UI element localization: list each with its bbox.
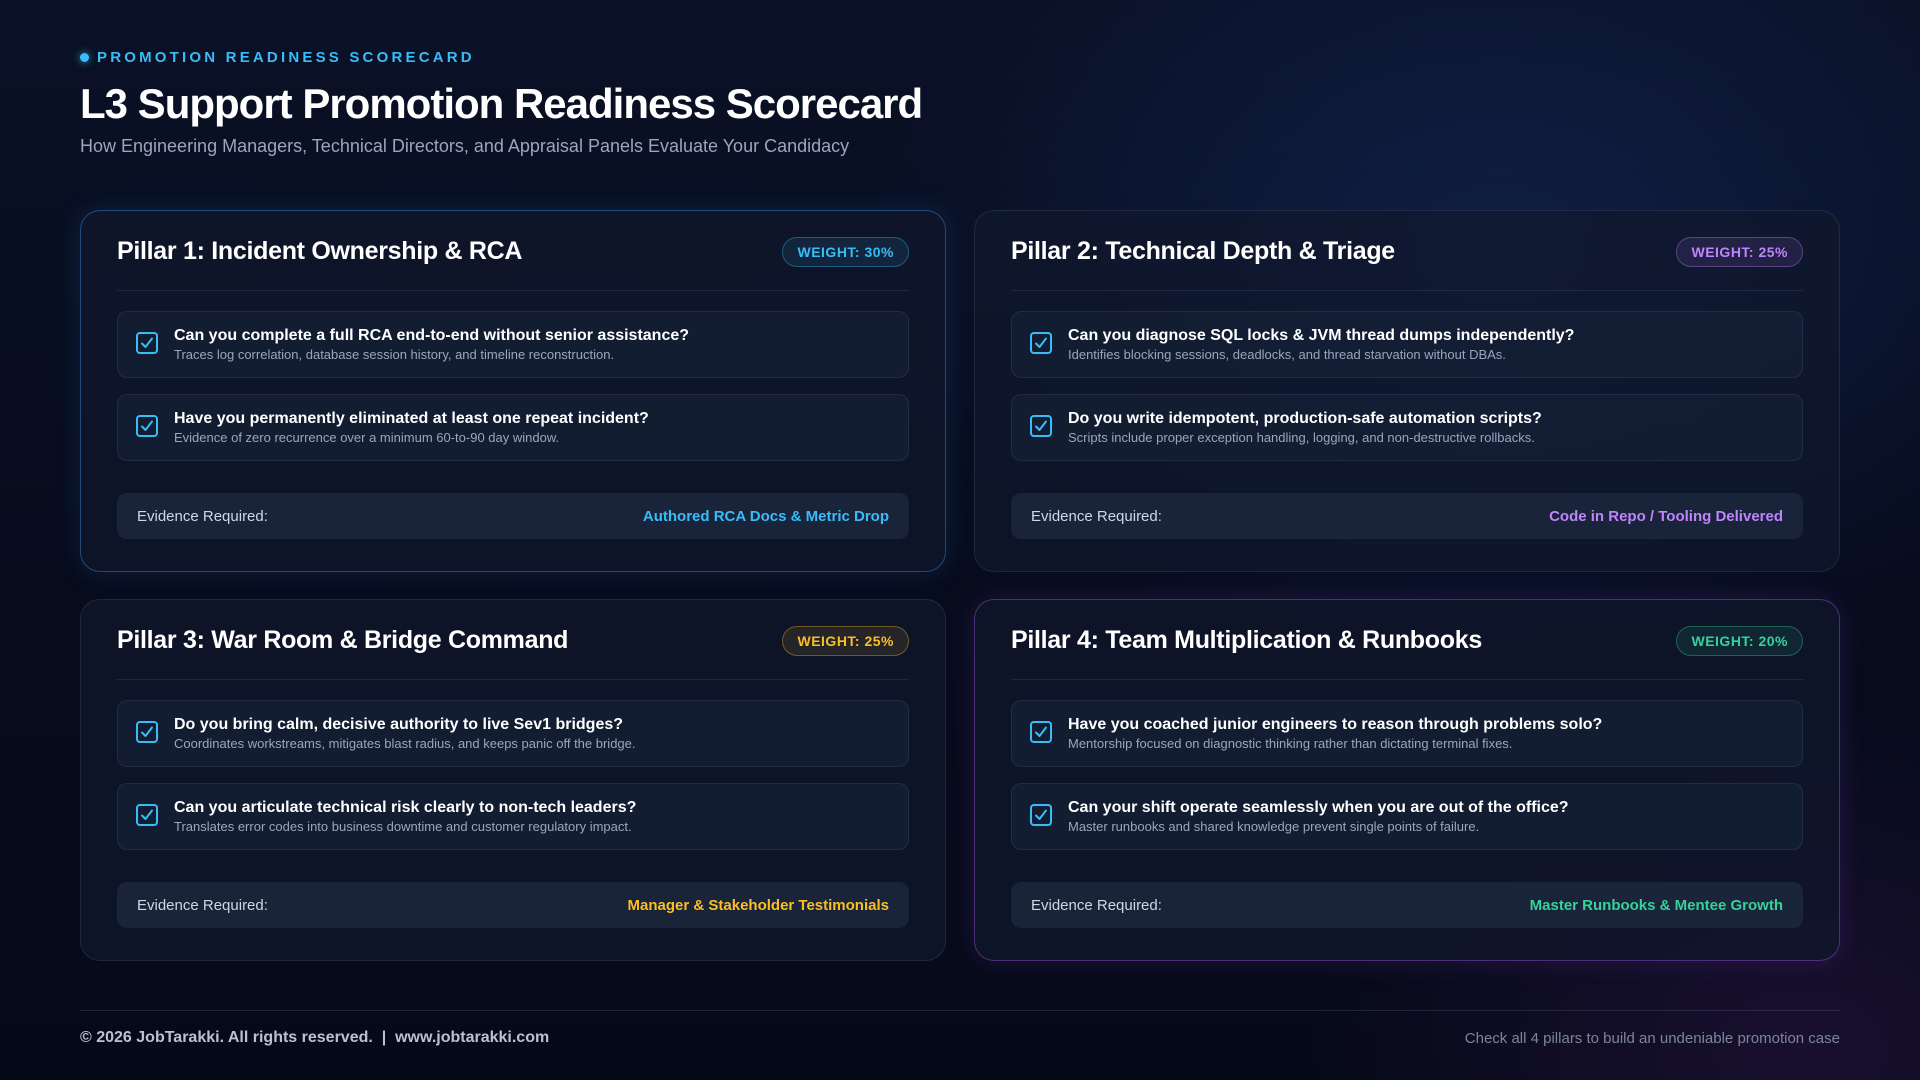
evidence-row: Evidence Required: Manager & Stakeholder… <box>117 882 909 928</box>
evidence-value: Authored RCA Docs & Metric Drop <box>642 507 889 525</box>
item-detail: Master runbooks and shared knowledge pre… <box>1068 819 1480 834</box>
item-question: Do you bring calm, decisive authority to… <box>174 716 624 733</box>
checklist-item[interactable]: Have you coached junior engineers to rea… <box>1011 700 1803 767</box>
evidence-label: Evidence Required: <box>137 896 268 914</box>
item-detail: Scripts include proper exception handlin… <box>1068 430 1535 445</box>
item-detail: Identifies blocking sessions, deadlocks,… <box>1068 347 1506 362</box>
pillar-title: Pillar 3: War Room & Bridge Command <box>117 626 569 654</box>
pillar-card-4: Pillar 4: Team Multiplication & Runbooks… <box>974 599 1840 961</box>
pillar-header: Pillar 2: Technical Depth & Triage WEIGH… <box>1011 211 1803 291</box>
checkbox-checked-icon[interactable] <box>1030 720 1052 743</box>
item-question: Can your shift operate seamlessly when y… <box>1068 799 1569 816</box>
item-detail: Traces log correlation, database session… <box>174 347 615 362</box>
evidence-value: Master Runbooks & Mentee Growth <box>1529 896 1783 914</box>
item-detail: Coordinates workstreams, mitigates blast… <box>174 736 636 751</box>
footer-copyright: © 2026 JobTarakki. All rights reserved. … <box>80 1029 550 1046</box>
pillar-header: Pillar 3: War Room & Bridge Command WEIG… <box>117 600 909 680</box>
pillar-card-3: Pillar 3: War Room & Bridge Command WEIG… <box>80 599 946 961</box>
checkbox-checked-icon[interactable] <box>136 331 158 354</box>
pillar-header: Pillar 4: Team Multiplication & Runbooks… <box>1011 600 1803 680</box>
item-detail: Mentorship focused on diagnostic thinkin… <box>1068 736 1513 751</box>
item-question: Can you diagnose SQL locks & JVM thread … <box>1068 327 1575 344</box>
checklist-item[interactable]: Do you bring calm, decisive authority to… <box>117 700 909 767</box>
weight-badge: WEIGHT: 30% <box>782 236 909 267</box>
item-question: Can you articulate technical risk clearl… <box>174 799 637 816</box>
weight-badge: WEIGHT: 25% <box>782 625 909 656</box>
eyebrow-label: PROMOTION READINESS SCORECARD <box>97 48 475 66</box>
checklist-item[interactable]: Do you write idempotent, production-safe… <box>1011 394 1803 461</box>
checklist-item[interactable]: Can your shift operate seamlessly when y… <box>1011 783 1803 850</box>
pillar-header: Pillar 1: Incident Ownership & RCA WEIGH… <box>117 211 909 291</box>
item-detail: Translates error codes into business dow… <box>174 819 632 834</box>
eyebrow-dot-icon <box>80 52 89 62</box>
item-question: Can you complete a full RCA end-to-end w… <box>174 327 690 344</box>
weight-badge: WEIGHT: 25% <box>1676 236 1803 267</box>
checkbox-checked-icon[interactable] <box>1030 803 1052 826</box>
page-header: PROMOTION READINESS SCORECARD L3 Support… <box>80 48 1280 158</box>
weight-badge: WEIGHT: 20% <box>1676 625 1803 656</box>
pillar-title: Pillar 1: Incident Ownership & RCA <box>117 237 523 265</box>
evidence-row: Evidence Required: Code in Repo / Toolin… <box>1011 493 1803 539</box>
item-question: Have you coached junior engineers to rea… <box>1068 716 1603 733</box>
evidence-row: Evidence Required: Master Runbooks & Men… <box>1011 882 1803 928</box>
pillar-card-2: Pillar 2: Technical Depth & Triage WEIGH… <box>974 210 1840 572</box>
checkbox-checked-icon[interactable] <box>1030 331 1052 354</box>
pillar-title: Pillar 4: Team Multiplication & Runbooks <box>1011 626 1482 654</box>
checklist-item[interactable]: Can you articulate technical risk clearl… <box>117 783 909 850</box>
checklist-item[interactable]: Have you permanently eliminated at least… <box>117 394 909 461</box>
eyebrow: PROMOTION READINESS SCORECARD <box>80 48 1280 66</box>
evidence-value: Code in Repo / Tooling Delivered <box>1549 507 1783 525</box>
checklist-item[interactable]: Can you diagnose SQL locks & JVM thread … <box>1011 311 1803 378</box>
evidence-label: Evidence Required: <box>1031 896 1162 914</box>
evidence-row: Evidence Required: Authored RCA Docs & M… <box>117 493 909 539</box>
pillar-card-1: Pillar 1: Incident Ownership & RCA WEIGH… <box>80 210 946 572</box>
page-subtitle: How Engineering Managers, Technical Dire… <box>80 136 850 156</box>
item-question: Have you permanently eliminated at least… <box>174 410 649 427</box>
evidence-value: Manager & Stakeholder Testimonials <box>627 896 889 914</box>
checkbox-checked-icon[interactable] <box>136 414 158 437</box>
checklist-item[interactable]: Can you complete a full RCA end-to-end w… <box>117 311 909 378</box>
checkbox-checked-icon[interactable] <box>1030 414 1052 437</box>
evidence-label: Evidence Required: <box>1031 507 1162 525</box>
item-question: Do you write idempotent, production-safe… <box>1068 410 1542 427</box>
pillar-title: Pillar 2: Technical Depth & Triage <box>1011 237 1395 265</box>
checkbox-checked-icon[interactable] <box>136 803 158 826</box>
evidence-label: Evidence Required: <box>137 507 268 525</box>
page-title: L3 Support Promotion Readiness Scorecard <box>80 80 923 127</box>
checkbox-checked-icon[interactable] <box>136 720 158 743</box>
footer-tagline: Check all 4 pillars to build an undeniab… <box>1464 1030 1840 1047</box>
footer-divider <box>80 1010 1840 1011</box>
item-detail: Evidence of zero recurrence over a minim… <box>174 430 560 445</box>
